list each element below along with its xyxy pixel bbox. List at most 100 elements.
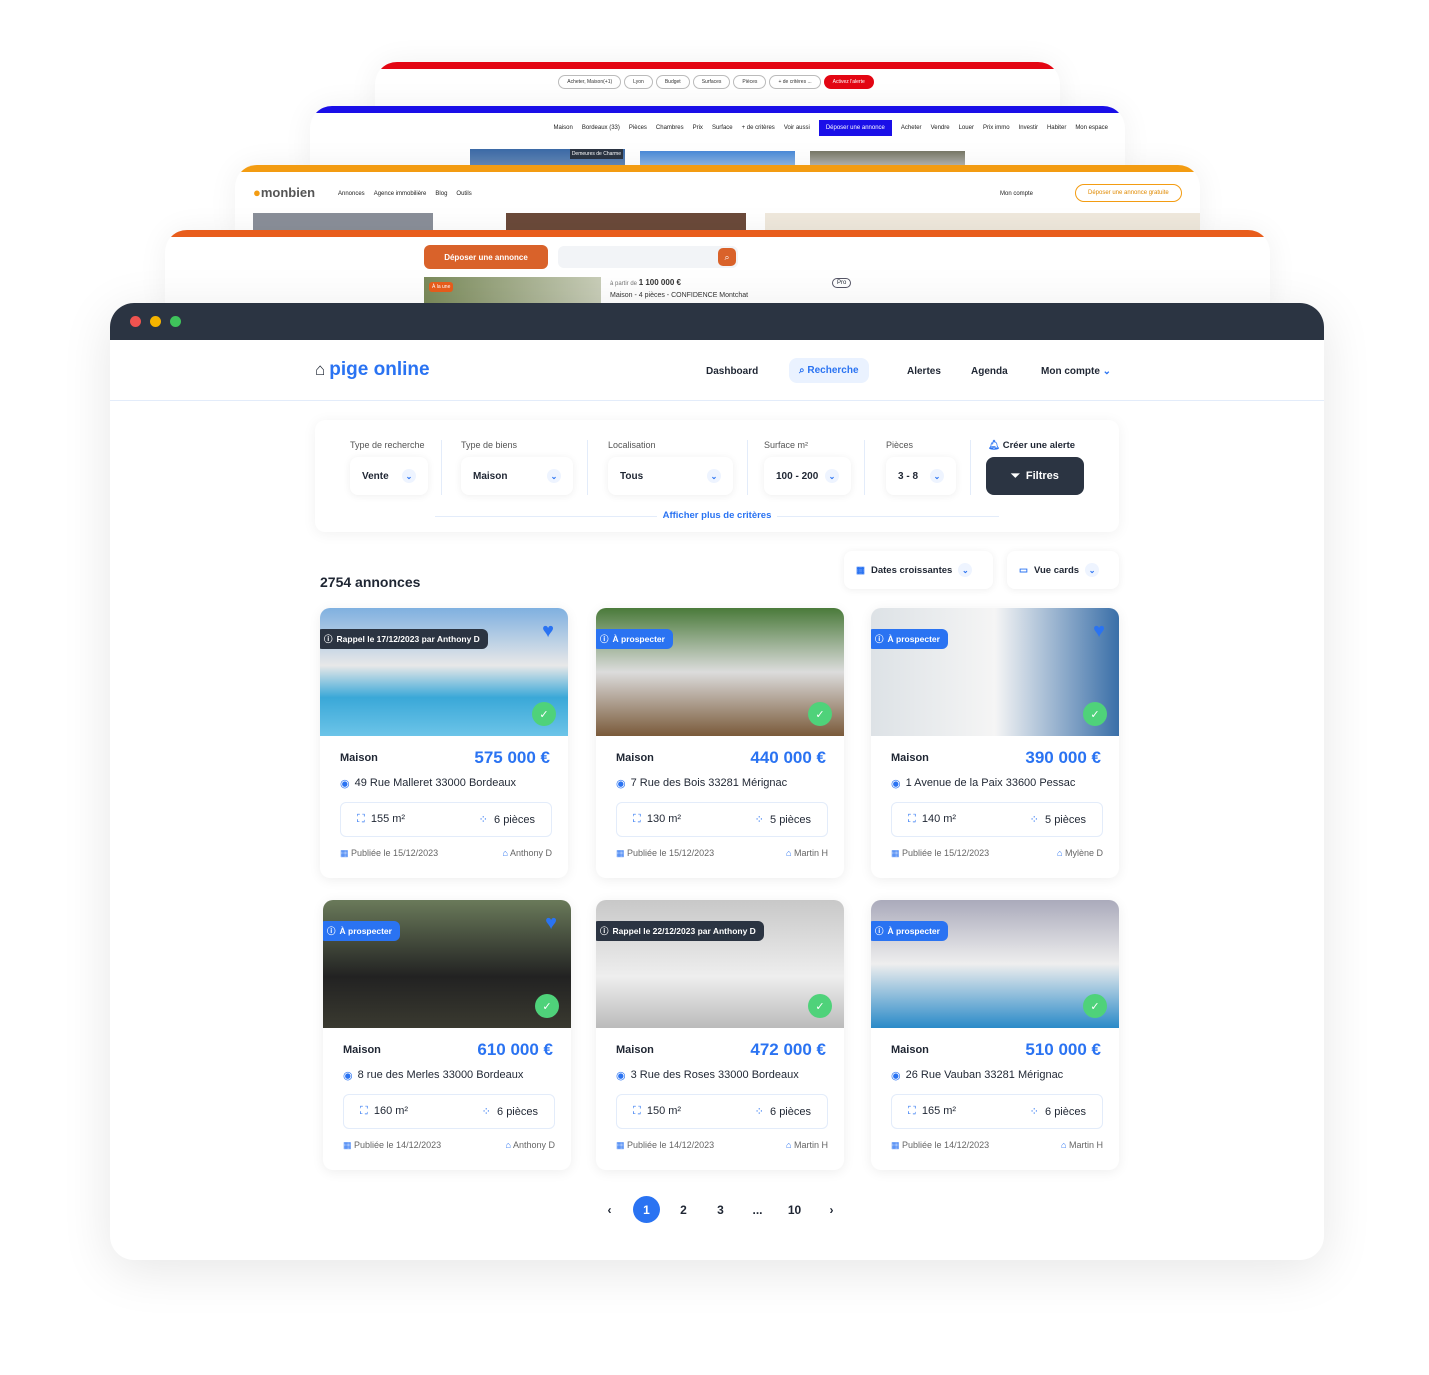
info-icon: ⓘ bbox=[324, 634, 333, 644]
page-button[interactable]: ... bbox=[744, 1196, 771, 1223]
surface-select[interactable]: 100 - 200 ⌄ bbox=[764, 457, 851, 495]
agent-icon: ⌂ bbox=[502, 848, 508, 858]
filter[interactable]: Surface bbox=[712, 125, 733, 131]
link[interactable]: Acheter bbox=[901, 125, 922, 131]
filter[interactable]: Pièces bbox=[629, 125, 647, 131]
address: ◉ 7 Rue des Bois 33281 Mérignac bbox=[616, 777, 788, 790]
chip[interactable]: + de critères ... bbox=[769, 75, 821, 89]
link[interactable]: Mon espace bbox=[1075, 125, 1108, 131]
published-date: Publiée le 15/12/2023 bbox=[627, 848, 715, 858]
logo[interactable]: ⌂ pige online bbox=[315, 359, 430, 381]
nav-agenda[interactable]: Agenda bbox=[971, 366, 1008, 377]
nav-mon-compte[interactable]: Mon compte ⌄ bbox=[1041, 366, 1111, 377]
price: 510 000 € bbox=[1025, 1040, 1101, 1059]
page-button[interactable]: 3 bbox=[707, 1196, 734, 1223]
sort-select[interactable]: ▦ Dates croissantes ⌄ bbox=[844, 551, 993, 589]
rooms: 6 pièces bbox=[494, 814, 535, 826]
surface-icon: ⛶ bbox=[633, 813, 641, 825]
listing-image: ⓘ Rappel le 17/12/2023 par Anthony D ♥ ✓ bbox=[320, 608, 568, 736]
create-alert-link[interactable]: 🔔︎ Créer une alerte bbox=[988, 440, 1075, 451]
rooms-icon: ⁘ bbox=[481, 1106, 491, 1118]
close-dot[interactable] bbox=[130, 316, 141, 327]
page-button[interactable]: 1 bbox=[633, 1196, 660, 1223]
search-input[interactable]: ⌕ bbox=[558, 246, 738, 268]
link[interactable]: Prix immo bbox=[983, 125, 1010, 131]
badge: Demeures de Charme bbox=[569, 149, 623, 159]
link[interactable]: Louer bbox=[959, 125, 974, 131]
link[interactable]: Habiter bbox=[1047, 125, 1066, 131]
search-icon[interactable]: ⌕ bbox=[718, 248, 736, 266]
nav-alertes[interactable]: Alertes bbox=[907, 366, 941, 377]
listing-card[interactable]: ⓘ Rappel le 17/12/2023 par Anthony D ♥ ✓ … bbox=[320, 608, 568, 878]
nav-recherche[interactable]: ⌕ Recherche bbox=[789, 358, 869, 383]
filter-label: Pièces bbox=[886, 440, 914, 450]
chip[interactable]: Acheter, Maison(+1) bbox=[558, 75, 622, 89]
info-icon: ⓘ bbox=[875, 634, 884, 644]
chip[interactable]: Budget bbox=[655, 75, 690, 89]
post-free-ad-button[interactable]: Déposer une annonce gratuite bbox=[1075, 184, 1182, 202]
rooms-select[interactable]: 3 - 8 ⌄ bbox=[886, 457, 956, 495]
location-pin-icon: ◉ bbox=[891, 778, 901, 790]
chevron-down-icon: ⌄ bbox=[547, 469, 561, 483]
filter[interactable]: Prix bbox=[693, 125, 703, 131]
surface: 155 m² bbox=[370, 813, 406, 825]
agent: Anthony D bbox=[512, 1140, 555, 1150]
filter[interactable]: Maison bbox=[554, 125, 573, 131]
filter[interactable]: Voir aussi bbox=[784, 125, 810, 131]
filters-button[interactable]: ⏷ Filtres bbox=[986, 457, 1084, 495]
listing-card[interactable]: ⓘ À prospecter ✓ Maison 440 000 € ◉ 7 Rue … bbox=[596, 608, 844, 878]
post-ad-button[interactable]: Déposer une annonce bbox=[424, 245, 548, 269]
account-link[interactable]: Mon compte bbox=[1000, 191, 1033, 197]
menu-item[interactable]: Blog bbox=[435, 191, 447, 197]
agent: Martin H bbox=[793, 848, 828, 858]
listing-card[interactable]: ⓘ À prospecter ✓ Maison 510 000 € ◉ 26 Rue… bbox=[871, 900, 1119, 1170]
property-type-select[interactable]: Maison ⌄ bbox=[461, 457, 573, 495]
search-type-select[interactable]: Vente ⌄ bbox=[350, 457, 428, 495]
page-button[interactable]: 2 bbox=[670, 1196, 697, 1223]
calendar-icon: ▦ bbox=[616, 848, 625, 858]
info-icon: ⓘ bbox=[600, 634, 609, 644]
listing-image: ⓘ À prospecter ♥ ✓ bbox=[323, 900, 571, 1028]
app-window: ⌂ pige online Dashboard ⌕ Recherche Aler… bbox=[110, 303, 1324, 1260]
next-page-button[interactable]: › bbox=[818, 1196, 845, 1223]
rooms-icon: ⁘ bbox=[1029, 814, 1039, 826]
status-tag: ⓘ À prospecter bbox=[323, 921, 400, 941]
chip[interactable]: Pièces bbox=[733, 75, 767, 89]
menu-item[interactable]: Agence immobilière bbox=[374, 191, 427, 197]
chevron-down-icon: ⌄ bbox=[707, 469, 721, 483]
rooms: 5 pièces bbox=[770, 814, 811, 826]
more-criteria-link[interactable]: Afficher plus de critères bbox=[656, 510, 778, 521]
surface-icon: ⛶ bbox=[908, 1105, 916, 1117]
filter-icon: ⏷ bbox=[1011, 469, 1020, 482]
view-select[interactable]: ▭ Vue cards ⌄ bbox=[1007, 551, 1119, 589]
listing-card[interactable]: ⓘ À prospecter ♥ ✓ Maison 610 000 € ◉ 8 ru… bbox=[323, 900, 571, 1170]
listing-card[interactable]: ⓘ À prospecter ♥ ✓ Maison 390 000 € ◉ 1 Av… bbox=[871, 608, 1119, 878]
chip[interactable]: Surfaces bbox=[692, 75, 731, 89]
filter[interactable]: Chambres bbox=[656, 125, 684, 131]
link[interactable]: Vendre bbox=[931, 125, 950, 131]
post-ad-button[interactable]: Déposer une annonce bbox=[818, 120, 892, 136]
agent: Mylène D bbox=[1064, 848, 1103, 858]
chip[interactable]: Lyon bbox=[624, 75, 653, 89]
heart-icon[interactable]: ♥ bbox=[545, 912, 557, 935]
activate-alert-button[interactable]: Activez l'alerte bbox=[823, 75, 874, 89]
link[interactable]: Investir bbox=[1019, 125, 1038, 131]
page-button[interactable]: 10 bbox=[781, 1196, 808, 1223]
listing-image: ⓘ À prospecter ♥ ✓ bbox=[871, 608, 1119, 736]
filter[interactable]: + de critères bbox=[742, 125, 775, 131]
listing-card[interactable]: ⓘ Rappel le 22/12/2023 par Anthony D ✓ Ma… bbox=[596, 900, 844, 1170]
heart-icon[interactable]: ♥ bbox=[542, 620, 554, 643]
filter[interactable]: Bordeaux (33) bbox=[582, 125, 620, 131]
menu-item[interactable]: Outils bbox=[456, 191, 471, 197]
nav-dashboard[interactable]: Dashboard bbox=[706, 366, 758, 377]
calendar-icon: ▦ bbox=[616, 1140, 625, 1150]
heart-icon[interactable]: ♥ bbox=[1093, 620, 1105, 643]
stats: ⛶ 165 m² ⁘ 6 pièces bbox=[891, 1094, 1103, 1129]
menu-item[interactable]: Annonces bbox=[338, 191, 365, 197]
prev-page-button[interactable]: ‹ bbox=[596, 1196, 623, 1223]
location-select[interactable]: Tous ⌄ bbox=[608, 457, 733, 495]
minimize-dot[interactable] bbox=[150, 316, 161, 327]
chevron-down-icon: ⌄ bbox=[958, 563, 973, 577]
address: ◉ 1 Avenue de la Paix 33600 Pessac bbox=[891, 777, 1076, 790]
maximize-dot[interactable] bbox=[170, 316, 181, 327]
